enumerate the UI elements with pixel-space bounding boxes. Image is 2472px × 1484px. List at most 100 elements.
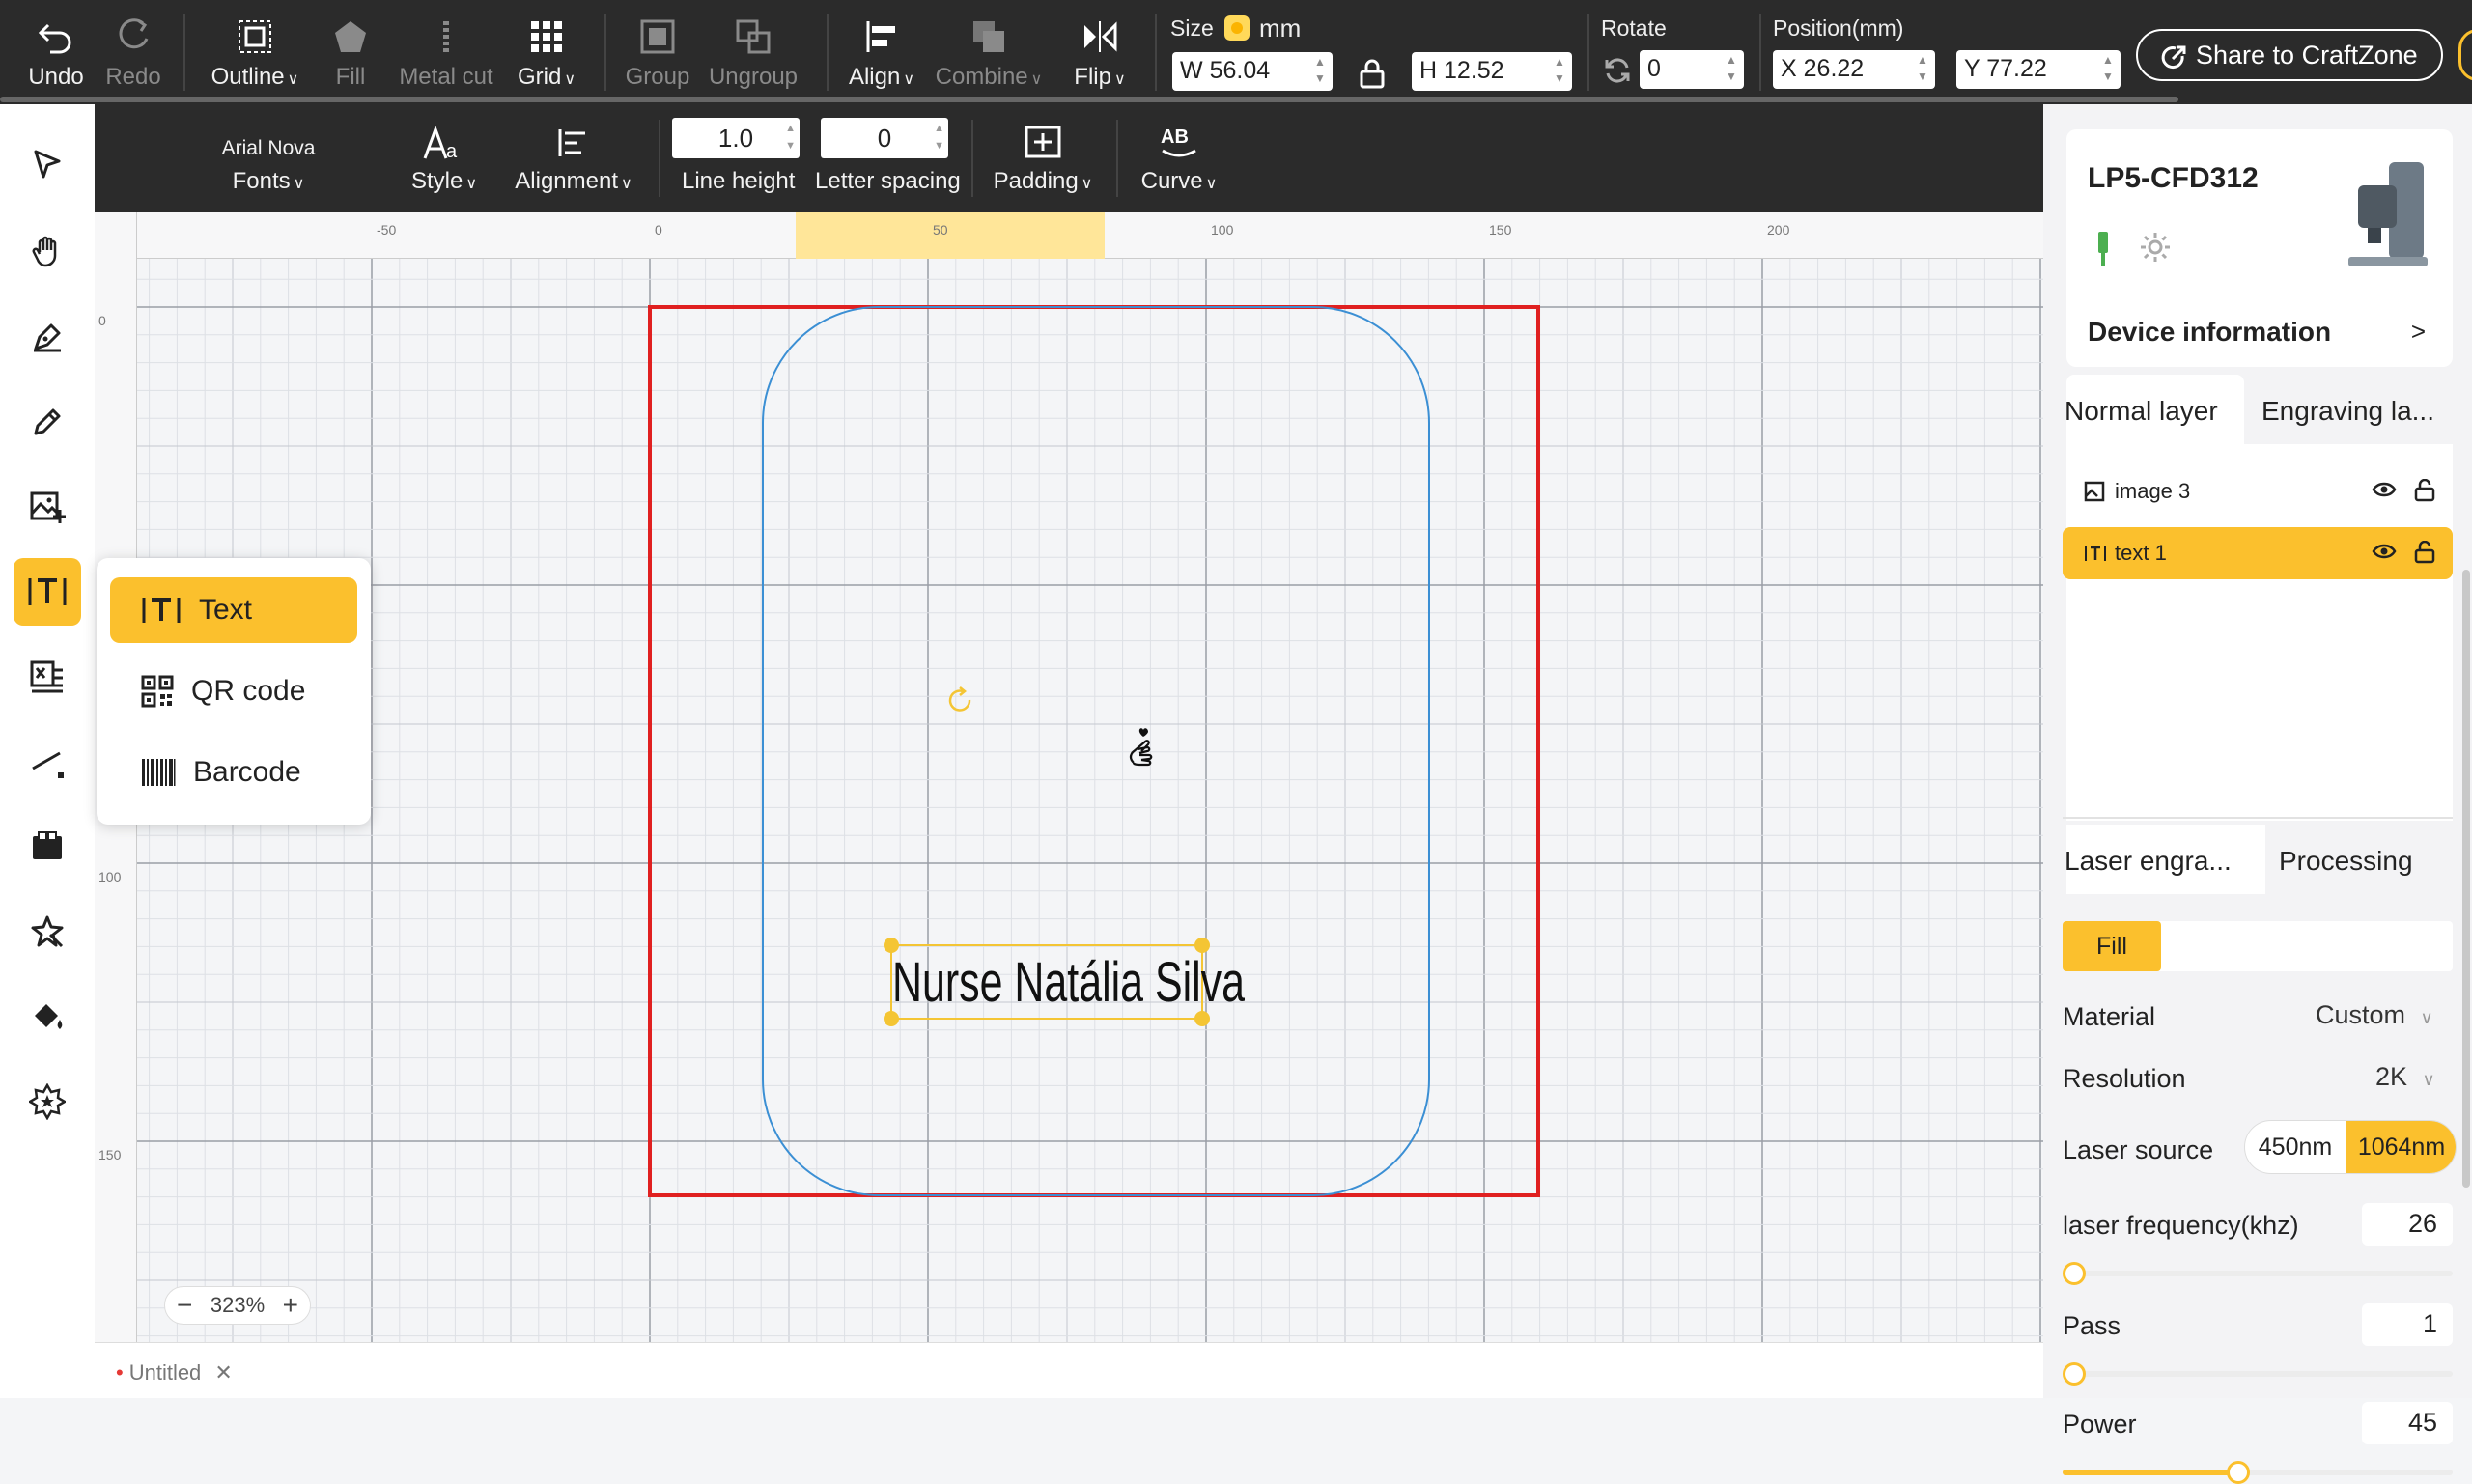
width-field[interactable]: W 56.04 ▲ ▼: [1172, 52, 1333, 91]
power-slider[interactable]: [2063, 1461, 2453, 1484]
padding-label: Padding: [993, 168, 1079, 194]
menu-item-barcode[interactable]: Barcode: [110, 740, 357, 805]
share-icon: [2161, 45, 2186, 70]
ungroup-button[interactable]: Ungroup: [705, 0, 801, 97]
x-field[interactable]: X 26.22 ▲ ▼: [1773, 50, 1935, 89]
slider-knob[interactable]: [2063, 1262, 2086, 1285]
pen-tool[interactable]: [14, 303, 81, 371]
layer-row-image[interactable]: image 3: [2063, 465, 2453, 518]
spreadsheet-tool[interactable]: [14, 643, 81, 711]
rotate-field[interactable]: 0 ▲ ▼: [1640, 50, 1744, 89]
fill-tool[interactable]: [14, 983, 81, 1050]
height-spinner-icon[interactable]: ▲ ▼: [1549, 54, 1570, 89]
x-spinner-icon[interactable]: ▲ ▼: [1912, 52, 1933, 87]
line-height-spinner-icon[interactable]: ▲ ▼: [785, 120, 796, 154]
grid-button[interactable]: Grid ∨: [502, 0, 591, 97]
combine-button[interactable]: Combine ∨: [933, 0, 1045, 97]
tag-outline-image[interactable]: [762, 306, 1430, 1196]
frequency-slider[interactable]: [2063, 1262, 2453, 1285]
group-label: Group: [625, 64, 690, 90]
unlock-icon[interactable]: [2414, 541, 2435, 564]
laser-source-450nm[interactable]: 450nm: [2245, 1121, 2346, 1173]
x-prefix: X: [1781, 55, 1797, 82]
magic-tool[interactable]: [14, 898, 81, 966]
laser-source-1064nm[interactable]: 1064nm: [2346, 1121, 2456, 1173]
line-height-input[interactable]: 1.0 ▲ ▼: [672, 118, 800, 158]
line-tool[interactable]: [14, 728, 81, 796]
undo-icon: [38, 23, 71, 54]
pass-input[interactable]: 1: [2362, 1303, 2453, 1346]
panel-scrollbar[interactable]: [2462, 570, 2470, 1188]
device-card[interactable]: LP5-CFD312 Device information >: [2066, 129, 2453, 367]
unlock-icon[interactable]: [2414, 479, 2435, 502]
hand-gesture-icon[interactable]: [1129, 728, 1153, 767]
align-button[interactable]: Align ∨: [840, 0, 923, 97]
frequency-input[interactable]: 26: [2362, 1203, 2453, 1246]
y-spinner-icon[interactable]: ▲ ▼: [2097, 52, 2119, 87]
chevron-right-icon[interactable]: >: [2411, 317, 2426, 347]
eye-icon[interactable]: [2372, 479, 2397, 500]
rotate-handle-icon[interactable]: [948, 686, 971, 712]
letter-spacing-input[interactable]: 0 ▲ ▼: [821, 118, 948, 158]
curve-button[interactable]: AB Curve ∨: [1132, 104, 1226, 212]
layer-row-text[interactable]: text 1: [2063, 527, 2453, 579]
slider-knob[interactable]: [2226, 1461, 2250, 1484]
undo-button[interactable]: Undo: [15, 0, 97, 97]
tab-engraving-layer[interactable]: Engraving la...: [2261, 396, 2434, 427]
material-label: Material: [2063, 1002, 2156, 1031]
redo-button[interactable]: Redo: [93, 0, 174, 97]
align-label: Align: [848, 64, 901, 90]
align-icon: [866, 21, 895, 52]
width-spinner-icon[interactable]: ▲ ▼: [1309, 54, 1331, 89]
unit-toggle-icon[interactable]: [1224, 15, 1250, 41]
alignment-button[interactable]: Alignment ∨: [508, 104, 639, 212]
group-button[interactable]: Group: [618, 0, 697, 97]
image-tool[interactable]: [14, 473, 81, 541]
rotate-value: 0: [1647, 55, 1661, 82]
text-tool[interactable]: [14, 558, 81, 626]
zoom-level: 323%: [210, 1293, 266, 1317]
toolbar-scrollbar[interactable]: [0, 97, 2178, 102]
height-field[interactable]: H 12.52 ▲ ▼: [1412, 52, 1572, 91]
pencil-tool[interactable]: [14, 388, 81, 456]
eye-icon[interactable]: [2372, 541, 2397, 562]
zoom-out-button[interactable]: −: [177, 1290, 192, 1321]
settings-gear-icon[interactable]: [2138, 230, 2173, 265]
shape-library-tool[interactable]: [14, 813, 81, 881]
tab-processing[interactable]: Processing: [2279, 846, 2413, 877]
user-avatar[interactable]: [2458, 29, 2472, 81]
material-select[interactable]: Custom ∨: [2316, 1000, 2433, 1030]
outline-button[interactable]: Outline ∨: [201, 0, 309, 97]
fonts-button[interactable]: Arial Nova Fonts ∨: [191, 104, 346, 212]
canvas-text-object[interactable]: Nurse Natália Silva: [892, 946, 1245, 1020]
pan-tool[interactable]: [14, 218, 81, 286]
menu-item-qr-code[interactable]: QR code: [110, 658, 357, 724]
pass-slider[interactable]: [2063, 1362, 2453, 1386]
share-label: Share to CraftZone: [2196, 40, 2418, 70]
close-tab-icon[interactable]: ✕: [214, 1360, 232, 1385]
zoom-in-button[interactable]: +: [283, 1290, 298, 1321]
line-icon: [32, 751, 64, 778]
flip-icon: [1084, 21, 1117, 52]
badge-tool[interactable]: [14, 1068, 81, 1135]
fill-button[interactable]: Fill: [309, 0, 392, 97]
padding-button[interactable]: Padding ∨: [985, 104, 1101, 212]
zoom-control: − 323% +: [164, 1286, 311, 1325]
slider-knob[interactable]: [2063, 1362, 2086, 1386]
metal-cut-button[interactable]: Metal cut: [392, 0, 500, 97]
select-tool[interactable]: [14, 131, 81, 199]
design-canvas[interactable]: -50 0 50 100 150 200 0 100 150 Nurse Nat…: [95, 212, 2043, 1342]
fill-mode-chip[interactable]: Fill: [2063, 921, 2161, 971]
menu-item-text[interactable]: Text: [110, 577, 357, 643]
flip-button[interactable]: Flip ∨: [1058, 0, 1141, 97]
style-button[interactable]: a Style ∨: [396, 104, 492, 212]
letter-spacing-spinner-icon[interactable]: ▲ ▼: [934, 120, 944, 154]
document-tab[interactable]: • Untitled ✕: [116, 1360, 233, 1386]
lock-ratio-icon[interactable]: [1358, 58, 1387, 89]
metal-cut-label: Metal cut: [399, 64, 493, 90]
share-craftzone-button[interactable]: Share to CraftZone: [2136, 29, 2443, 81]
rotate-spinner-icon[interactable]: ▲ ▼: [1721, 52, 1742, 87]
y-field[interactable]: Y 77.22 ▲ ▼: [1956, 50, 2121, 89]
resolution-select[interactable]: 2K ∨: [2375, 1062, 2435, 1092]
power-input[interactable]: 45: [2362, 1402, 2453, 1444]
